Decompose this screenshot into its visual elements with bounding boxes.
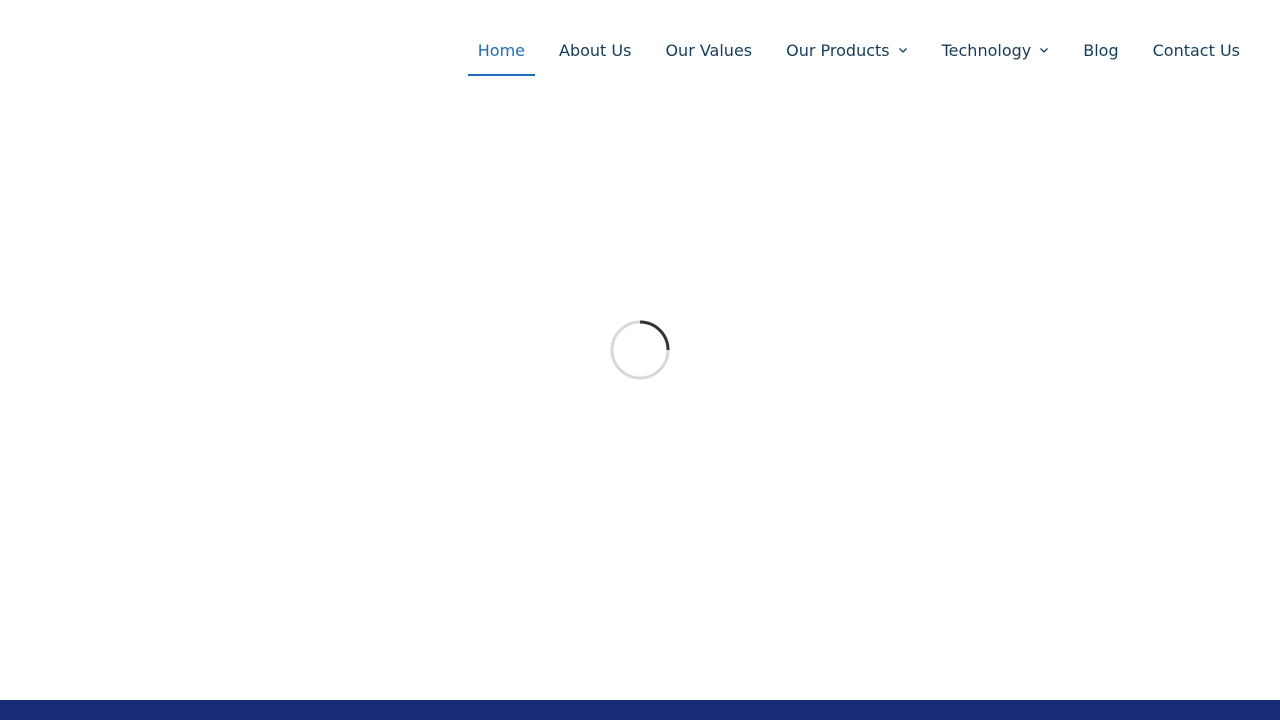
footer-bar: [0, 700, 1280, 720]
nav-item-label: Home: [477, 40, 526, 60]
nav-item-about-us[interactable]: About Us: [549, 24, 641, 76]
nav-item-label: Contact Us: [1152, 40, 1240, 60]
nav-item-contact-us[interactable]: Contact Us: [1143, 24, 1250, 76]
chevron-down-icon: [1039, 45, 1049, 55]
nav-item-label: Our Products: [786, 40, 890, 60]
loading-spinner-icon: [610, 320, 670, 380]
nav-item-label: Our Values: [665, 40, 753, 60]
nav-item-label: About Us: [559, 40, 632, 60]
nav-item-technology[interactable]: Technology: [932, 24, 1060, 76]
nav-item-label: Blog: [1083, 40, 1119, 60]
main-nav: Home About Us Our Values Our Products Te…: [461, 24, 1250, 76]
nav-item-home[interactable]: Home: [467, 24, 536, 76]
page: Home About Us Our Values Our Products Te…: [0, 0, 1280, 720]
nav-item-label: Technology: [941, 40, 1032, 60]
site-header: Home About Us Our Values Our Products Te…: [0, 0, 1280, 100]
nav-item-our-products[interactable]: Our Products: [776, 24, 917, 76]
nav-item-our-values[interactable]: Our Values: [655, 24, 762, 76]
chevron-down-icon: [898, 45, 908, 55]
nav-item-blog[interactable]: Blog: [1073, 24, 1128, 76]
